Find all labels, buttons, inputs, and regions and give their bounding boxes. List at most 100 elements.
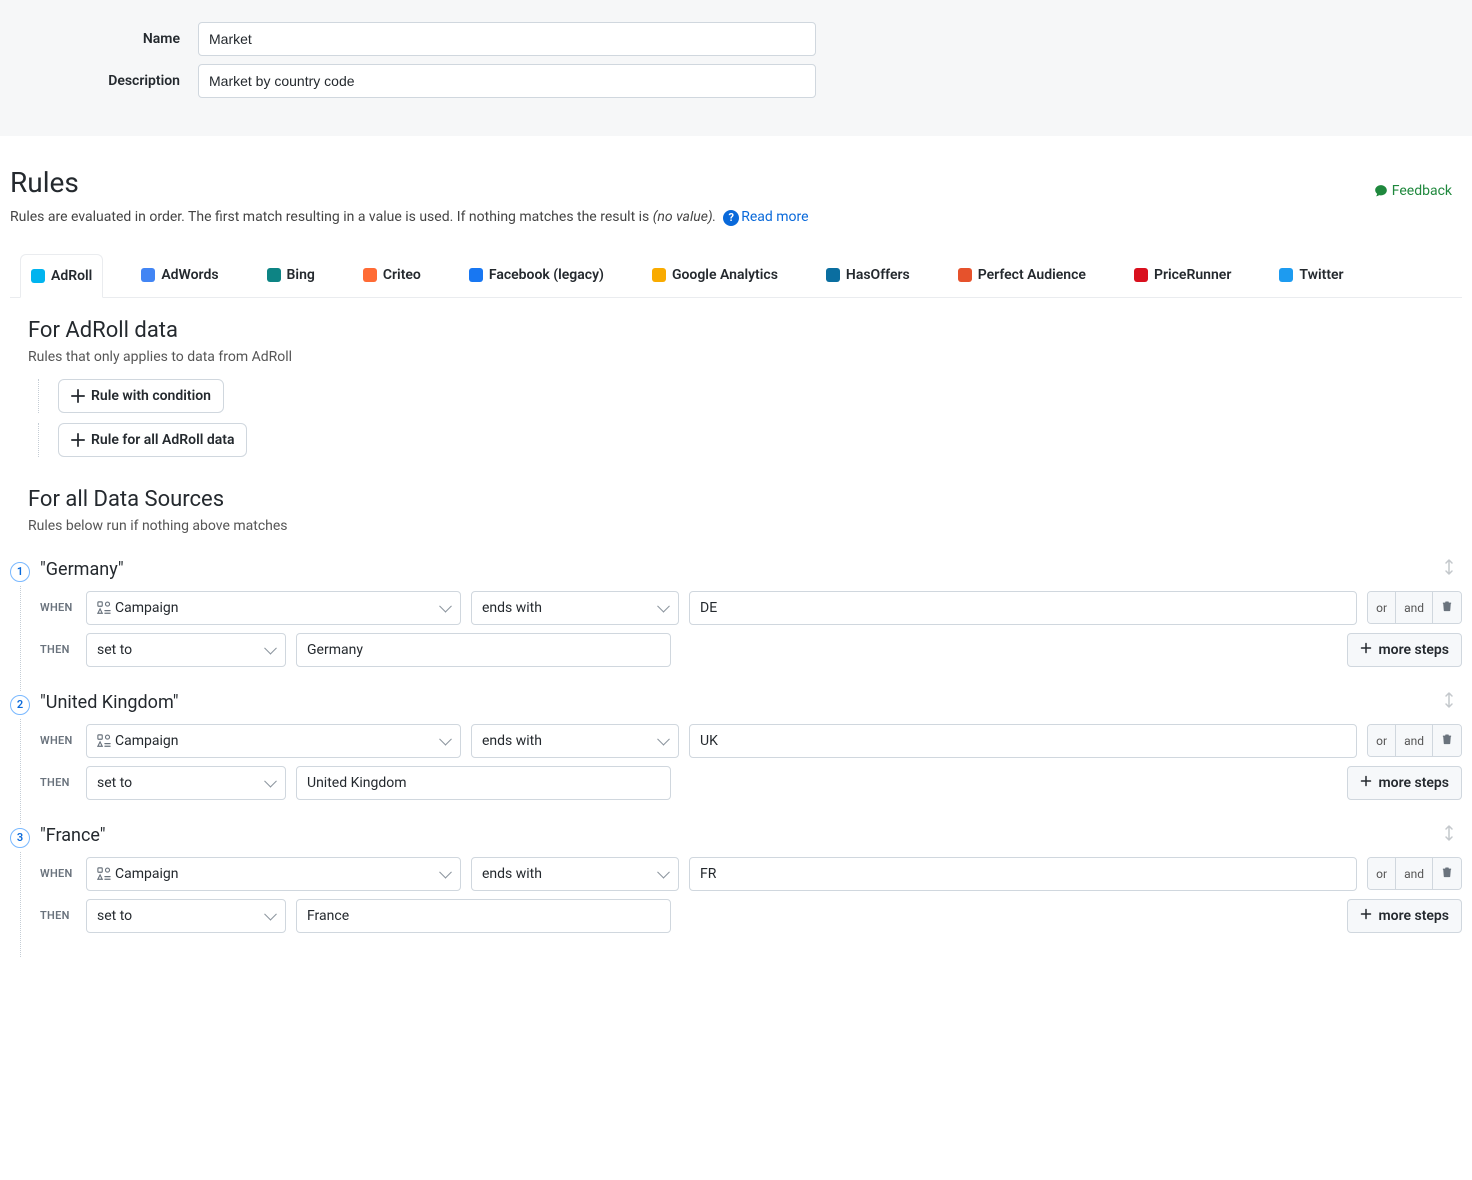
tab-label: Twitter (1299, 268, 1343, 282)
more-steps-button[interactable]: more steps (1347, 766, 1462, 800)
drag-handle-icon[interactable] (1436, 824, 1462, 847)
tab-label: Perfect Audience (978, 268, 1086, 282)
and-button[interactable]: and (1396, 725, 1433, 756)
tab-pricerunner[interactable]: PriceRunner (1124, 254, 1241, 296)
value-input[interactable] (689, 591, 1357, 625)
adwords-icon (141, 268, 155, 282)
data-source-tabs: AdRoll AdWords Bing Criteo Facebook (legacy)… (10, 254, 1462, 298)
drag-handle-icon[interactable] (1436, 691, 1462, 714)
tab-adroll[interactable]: AdRoll (20, 254, 103, 298)
and-button[interactable]: and (1396, 592, 1433, 623)
adroll-section-desc: Rules that only applies to data from AdR… (28, 349, 1452, 365)
then-label: THEN (40, 909, 76, 922)
rule-index-badge: 3 (10, 828, 30, 848)
operator-select[interactable]: ends with (471, 857, 679, 891)
bing-icon (267, 268, 281, 282)
tab-criteo[interactable]: Criteo (353, 254, 431, 296)
tab-label: AdRoll (51, 269, 92, 283)
plus-icon (1360, 642, 1372, 658)
or-button[interactable]: or (1368, 592, 1396, 623)
rule-block: 2 "United Kingdom" WHEN Campaign ends wi… (10, 691, 1462, 800)
tab-perfect-audience[interactable]: Perfect Audience (948, 254, 1096, 296)
condition-actions: or and (1367, 857, 1462, 890)
name-label: Name (0, 31, 180, 47)
read-more-link[interactable]: ?Read more (723, 209, 808, 225)
tab-label: Facebook (legacy) (489, 268, 604, 282)
value-input[interactable] (689, 857, 1357, 891)
plus-icon (1360, 908, 1372, 924)
tab-label: PriceRunner (1154, 268, 1231, 282)
drag-handle-icon[interactable] (1436, 558, 1462, 581)
then-label: THEN (40, 643, 76, 656)
google-analytics-icon (652, 268, 666, 282)
result-input[interactable] (296, 766, 671, 800)
action-select[interactable]: set to (86, 633, 286, 667)
rule-title: "Germany" (40, 559, 124, 580)
tab-label: HasOffers (846, 268, 910, 282)
rules-title: Rules (10, 166, 79, 199)
field-select[interactable]: Campaign (86, 591, 461, 625)
more-steps-button[interactable]: more steps (1347, 899, 1462, 933)
delete-condition-button[interactable] (1433, 725, 1461, 756)
delete-condition-button[interactable] (1433, 858, 1461, 889)
value-input[interactable] (689, 724, 1357, 758)
dimension-icon (97, 601, 111, 615)
field-select[interactable]: Campaign (86, 857, 461, 891)
condition-actions: or and (1367, 724, 1462, 757)
field-select[interactable]: Campaign (86, 724, 461, 758)
rules-description: Rules are evaluated in order. The first … (10, 209, 1462, 226)
plus-icon (71, 389, 85, 403)
result-input[interactable] (296, 633, 671, 667)
tab-hasoffers[interactable]: HasOffers (816, 254, 920, 296)
trash-icon (1441, 866, 1453, 881)
rule-for-all-adroll-button[interactable]: Rule for all AdRoll data (58, 423, 247, 457)
facebook-icon (469, 268, 483, 282)
tab-twitter[interactable]: Twitter (1269, 254, 1353, 296)
criteo-icon (363, 268, 377, 282)
tab-bing[interactable]: Bing (257, 254, 325, 296)
action-select-value: set to (97, 775, 132, 791)
tab-google-analytics[interactable]: Google Analytics (642, 254, 788, 296)
action-select[interactable]: set to (86, 766, 286, 800)
tab-facebook-legacy-[interactable]: Facebook (legacy) (459, 254, 614, 296)
rule-title: "France" (40, 825, 106, 846)
then-label: THEN (40, 776, 76, 789)
operator-select-value: ends with (482, 600, 542, 616)
field-select-value: Campaign (115, 600, 178, 616)
name-input[interactable] (198, 22, 816, 56)
delete-condition-button[interactable] (1433, 592, 1461, 623)
plus-icon (71, 433, 85, 447)
and-button[interactable]: and (1396, 858, 1433, 889)
operator-select[interactable]: ends with (471, 724, 679, 758)
action-select-value: set to (97, 908, 132, 924)
tab-label: AdWords (161, 268, 218, 282)
form-header: Name Description (0, 0, 1472, 136)
pricerunner-icon (1134, 268, 1148, 282)
operator-select[interactable]: ends with (471, 591, 679, 625)
field-select-value: Campaign (115, 866, 178, 882)
rule-block: 3 "France" WHEN Campaign ends with (10, 824, 1462, 933)
or-button[interactable]: or (1368, 858, 1396, 889)
plus-icon (1360, 775, 1372, 791)
rule-index-badge: 2 (10, 695, 30, 715)
action-select-value: set to (97, 642, 132, 658)
trash-icon (1441, 600, 1453, 615)
feedback-link[interactable]: Feedback (1374, 183, 1452, 199)
rule-index-badge: 1 (10, 562, 30, 582)
twitter-icon (1279, 268, 1293, 282)
or-button[interactable]: or (1368, 725, 1396, 756)
tab-adwords[interactable]: AdWords (131, 254, 228, 296)
adroll-section-title: For AdRoll data (28, 318, 1452, 343)
condition-actions: or and (1367, 591, 1462, 624)
action-select[interactable]: set to (86, 899, 286, 933)
trash-icon (1441, 733, 1453, 748)
feedback-icon (1374, 184, 1388, 198)
when-label: WHEN (40, 734, 76, 747)
when-label: WHEN (40, 601, 76, 614)
description-input[interactable] (198, 64, 816, 98)
all-sources-title: For all Data Sources (28, 487, 1452, 512)
rule-with-condition-button[interactable]: Rule with condition (58, 379, 224, 413)
perfect-audience-icon (958, 268, 972, 282)
more-steps-button[interactable]: more steps (1347, 633, 1462, 667)
result-input[interactable] (296, 899, 671, 933)
